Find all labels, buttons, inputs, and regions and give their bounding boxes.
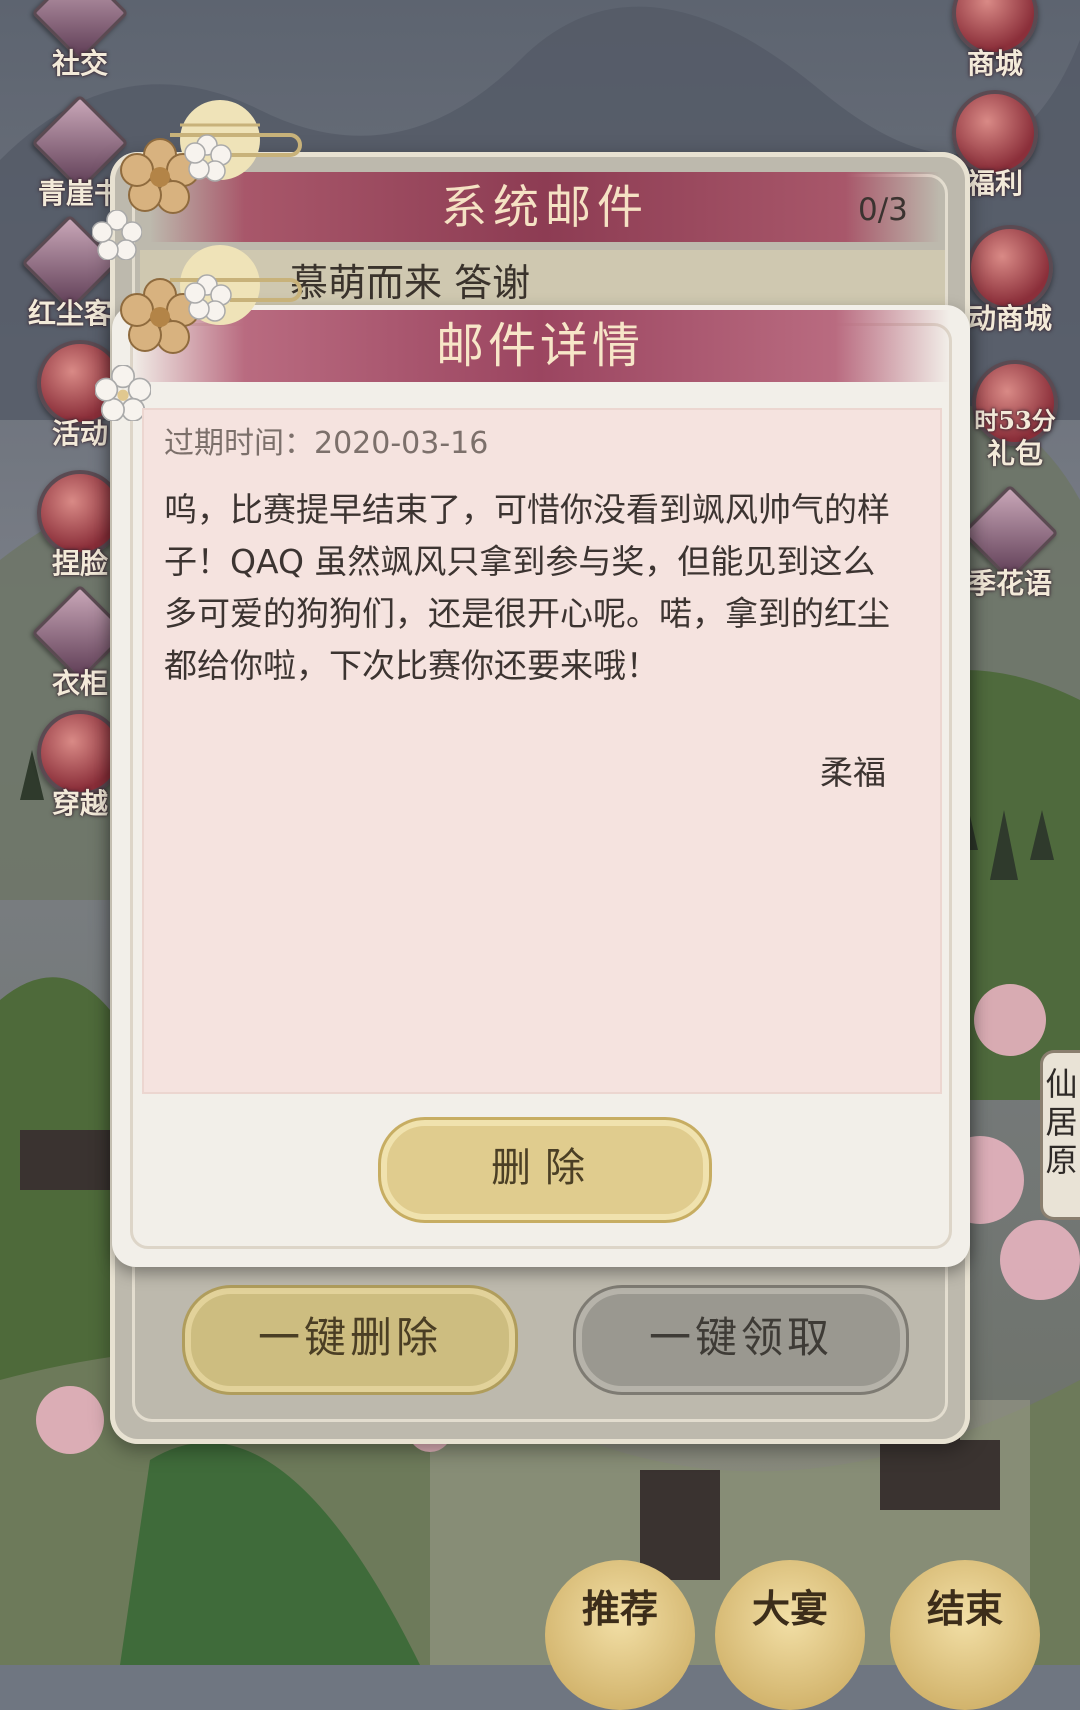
sidebar-item-label: 商城 [966,47,1023,80]
sidebar-item-shop[interactable]: 商城 [935,0,1055,90]
delete-button[interactable]: 删除 [381,1120,709,1220]
sidebar-item-label: 礼包 [986,437,1043,470]
sidebar-item-label: 社交 [51,47,108,80]
mail-body: 呜，比赛提早结束了，可惜你没看到飒风帅气的样子！QAQ 虽然飒风只拿到参与奖，但… [164,490,890,685]
location-plaque[interactable]: 仙居原 [1040,1050,1080,1220]
delete-all-button[interactable]: 一键删除 [185,1288,515,1392]
bottom-nav-label: 推荐 [581,1586,658,1631]
bottom-nav-label: 结束 [926,1586,1003,1631]
mail-signature: 柔福 [820,753,886,792]
claim-all-button[interactable]: 一键领取 [576,1288,906,1392]
sidebar-item-social[interactable]: 社交 [20,0,140,90]
expire-time: 过期时间：2020-03-16 [164,426,489,461]
bottom-nav-label: 大宴 [751,1586,828,1631]
cherry-blossom-icon [120,274,232,354]
bottom-nav-end[interactable]: 结束 [890,1560,1040,1710]
bottom-nav-banquet[interactable]: 大宴 [715,1560,865,1710]
gift-timer: 时53分 [974,406,1056,435]
mail-count: 0/3 [858,192,908,228]
bottom-nav-recommend[interactable]: 推荐 [545,1560,695,1710]
sidebar-item-gift[interactable]: 时53分 礼包 [955,360,1075,480]
